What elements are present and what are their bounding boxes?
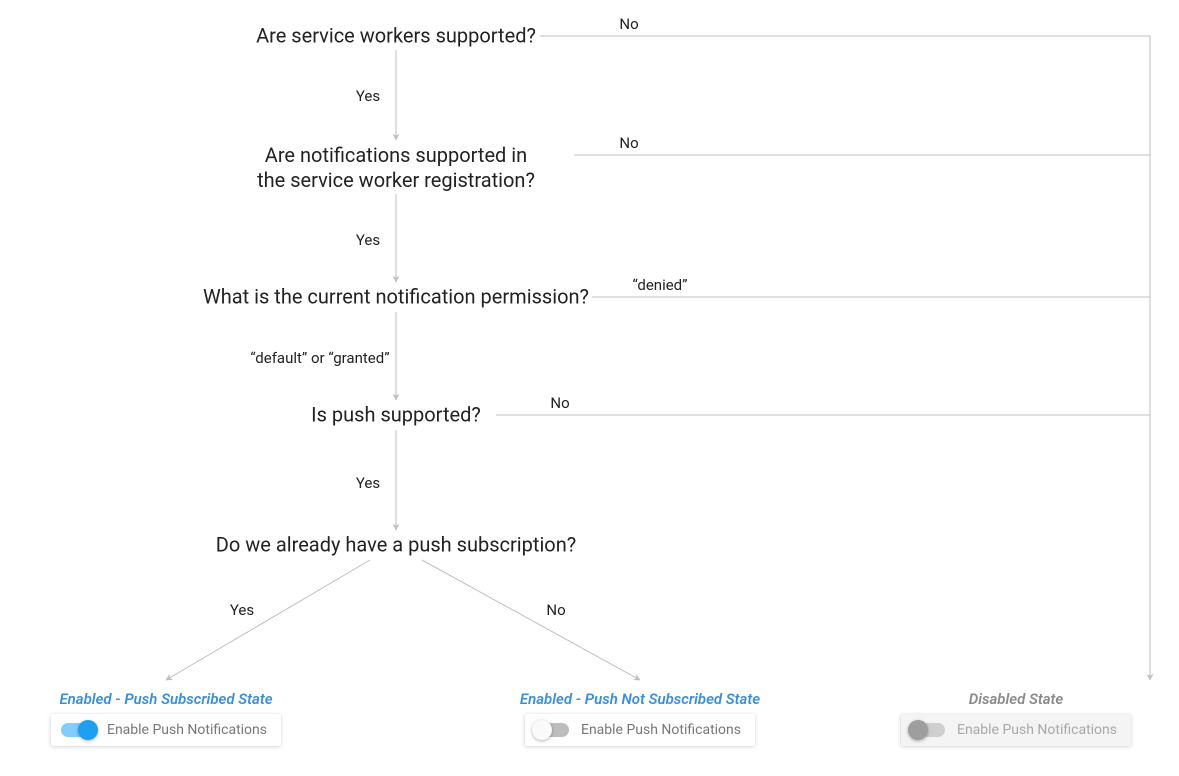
state-title-enabled-unsubscribed: Enabled - Push Not Subscribed State bbox=[520, 690, 760, 708]
toggle-card-enabled-subscribed: Enable Push Notifications bbox=[51, 714, 281, 746]
toggle-on-icon[interactable] bbox=[61, 723, 95, 737]
question-already-subscribed: Do we already have a push subscription? bbox=[216, 533, 576, 558]
state-title-enabled-subscribed: Enabled - Push Subscribed State bbox=[59, 690, 272, 708]
edge-q4-yes: Yes bbox=[354, 474, 382, 492]
edge-q4-no: No bbox=[548, 394, 571, 412]
toggle-label: Enable Push Notifications bbox=[957, 722, 1117, 738]
edge-q2-yes: Yes bbox=[354, 231, 382, 249]
question-service-workers: Are service workers supported? bbox=[256, 24, 536, 49]
toggle-label: Enable Push Notifications bbox=[107, 722, 267, 738]
toggle-card-enabled-unsubscribed: Enable Push Notifications bbox=[525, 714, 755, 746]
edge-q1-yes: Yes bbox=[354, 87, 382, 105]
question-notifications-supported: Are notifications supported in the servi… bbox=[257, 143, 535, 193]
edge-q3-default-granted: “default” or “granted” bbox=[248, 349, 391, 367]
edge-q5-no: No bbox=[544, 601, 567, 619]
edge-q5-yes: Yes bbox=[228, 601, 256, 619]
flowchart-canvas: Are service workers supported? Are notif… bbox=[0, 0, 1179, 776]
toggle-card-disabled: Enable Push Notifications bbox=[901, 714, 1131, 746]
edge-q3-denied: “denied” bbox=[631, 276, 690, 294]
edge-q2-no: No bbox=[617, 134, 640, 152]
question-push-supported: Is push supported? bbox=[311, 403, 481, 428]
toggle-label: Enable Push Notifications bbox=[581, 722, 741, 738]
edge-q1-no: No bbox=[617, 15, 640, 33]
question-notification-permission: What is the current notification permiss… bbox=[203, 285, 589, 310]
connector-lines bbox=[0, 0, 1179, 776]
toggle-disabled-icon bbox=[911, 723, 945, 737]
state-title-disabled: Disabled State bbox=[969, 690, 1064, 708]
toggle-off-icon[interactable] bbox=[535, 723, 569, 737]
